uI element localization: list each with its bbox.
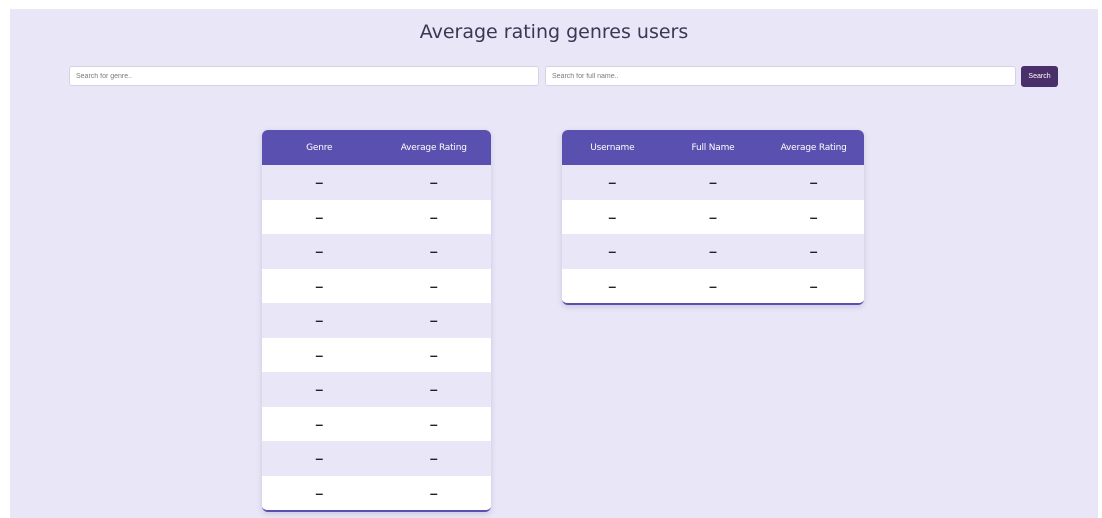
genre-cell: – [315,346,324,363]
average-rating-cell: – [429,208,438,225]
genre-cell: – [315,415,324,432]
table-row: – – [262,165,491,200]
table-row: – – – [562,165,864,200]
column-header-average-rating: Average Rating [780,142,847,153]
genre-rating-table: Genre Average Rating – – – – – – – – – – – – – – – – – – –… [262,130,491,512]
column-header-username: Username [590,142,635,153]
full-name-cell: – [709,243,717,260]
average-rating-cell: – [429,277,438,294]
table-row: – – – [562,199,864,234]
full-name-cell: – [709,174,717,191]
average-rating-cell: – [809,208,818,225]
genre-cell: – [315,450,324,467]
user-rating-table: Username Full Name Average Rating – – – – – –… [562,130,864,305]
username-cell: – [608,243,617,260]
genre-search-input[interactable] [69,66,539,86]
table-row: – – [262,475,491,510]
genre-cell: – [315,484,324,501]
page-background: Average rating genres users Search Genre… [10,9,1098,518]
average-rating-cell: – [429,484,438,501]
genre-cell: – [315,208,324,225]
table-row: – – – [562,234,864,269]
username-cell: – [608,208,617,225]
username-cell: – [608,277,617,294]
column-header-full-name: Full Name [691,142,735,153]
search-button[interactable]: Search [1021,66,1058,87]
table-row: – – [262,406,491,441]
column-header-average-rating: Average Rating [400,142,467,153]
average-rating-cell: – [429,346,438,363]
average-rating-cell: – [809,174,818,191]
table-row: – – [262,303,491,338]
average-rating-cell: – [429,312,438,329]
table-row: – – [262,337,491,372]
table-row: – – [262,441,491,476]
genre-cell: – [315,174,324,191]
genre-cell: – [315,243,324,260]
genre-table-header-row: Genre Average Rating [262,130,491,165]
average-rating-cell: – [809,243,818,260]
column-header-genre: Genre [306,142,333,153]
genre-cell: – [315,312,324,329]
full-name-cell: – [709,208,717,225]
table-row: – – [262,234,491,269]
genre-cell: – [315,277,324,294]
table-row: – – [262,268,491,303]
table-row: – – [262,372,491,407]
average-rating-cell: – [429,450,438,467]
genre-cell: – [315,381,324,398]
user-table-header-row: Username Full Name Average Rating [562,130,864,165]
table-row: – – – [562,268,864,303]
page-title: Average rating genres users [419,21,689,43]
username-cell: – [608,174,617,191]
average-rating-cell: – [429,243,438,260]
average-rating-cell: – [809,277,818,294]
average-rating-cell: – [429,174,438,191]
table-row: – – [262,199,491,234]
average-rating-cell: – [429,415,438,432]
average-rating-cell: – [429,381,438,398]
full-name-search-input[interactable] [545,66,1016,86]
full-name-cell: – [709,277,717,294]
